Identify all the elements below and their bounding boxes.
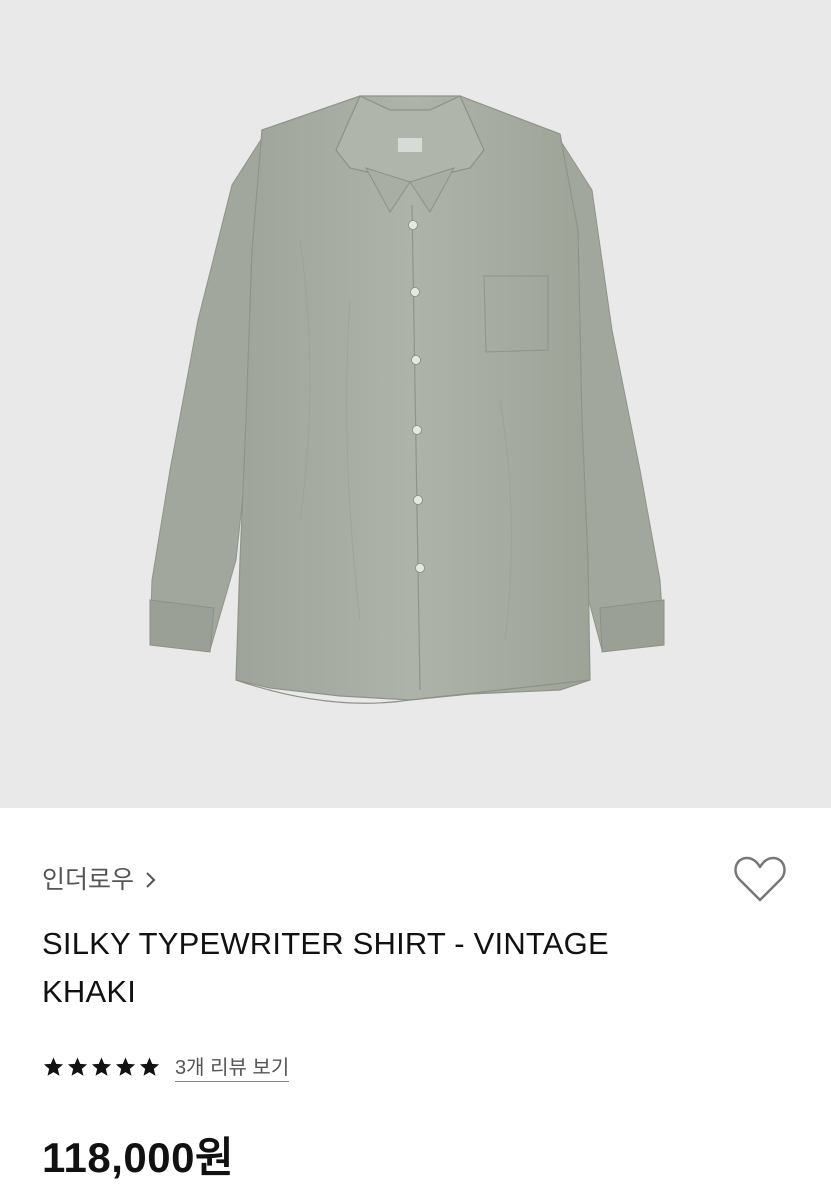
rating-stars	[42, 1056, 162, 1078]
star-icon	[91, 1056, 112, 1076]
product-image[interactable]	[0, 0, 831, 808]
shirt-photo	[149, 95, 665, 704]
product-title: SILKY TYPEWRITER SHIRT - VINTAGE KHAKI	[42, 926, 609, 1009]
star-icon	[43, 1056, 64, 1076]
star-icon	[67, 1056, 88, 1076]
brand-link[interactable]: 인더로우	[42, 860, 158, 896]
chevron-right-icon	[144, 868, 158, 888]
review-link[interactable]: 3개 리뷰 보기	[175, 1051, 290, 1082]
wishlist-button[interactable]	[733, 854, 787, 904]
heart-outline-icon	[734, 856, 786, 902]
product-info: 인더로우 SILKY TYPEWRITER SHIRT - VINTAGE KH…	[0, 808, 831, 1200]
product-price: 118,000원	[42, 1134, 235, 1181]
rating-row: 3개 리뷰 보기	[42, 1051, 290, 1082]
star-icon	[115, 1056, 136, 1076]
brand-name: 인더로우	[42, 866, 135, 894]
star-icon	[139, 1056, 160, 1076]
